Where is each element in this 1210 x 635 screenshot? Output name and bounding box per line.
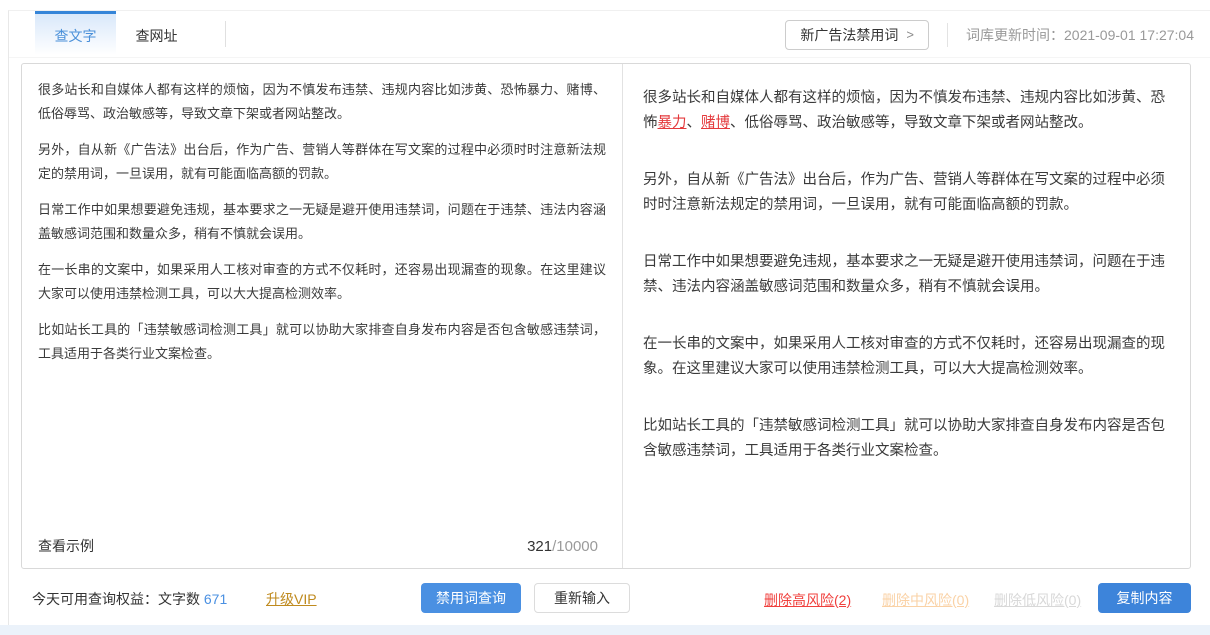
result-text-segment: 、低俗辱骂、政治敏感等，导致文章下架或者网站整改。 xyxy=(730,115,1093,131)
page-background-strip xyxy=(0,625,1210,635)
new-ad-law-words-label: 新广告法禁用词 xyxy=(800,25,898,45)
result-text-segment: 在一长串的文案中，如果采用人工核对审查的方式不仅耗时，还容易出现漏查的现象。在这… xyxy=(643,336,1165,377)
view-example-link[interactable]: 查看示例 xyxy=(38,536,94,556)
flagged-word-high-risk[interactable]: 赌博 xyxy=(701,115,730,131)
tab-check-url[interactable]: 查网址 xyxy=(116,11,197,57)
dict-update-time-label: 词库更新时间： xyxy=(966,27,1064,43)
delete-low-risk-link[interactable]: 删除低风险(0) xyxy=(994,590,1081,610)
char-count-current: 321 xyxy=(527,538,552,555)
input-panel-footer: 查看示例 321/10000 xyxy=(38,536,598,556)
delete-high-risk-link[interactable]: 删除高风险(2) xyxy=(764,590,851,610)
dict-update-time-value: 2021-09-01 17:27:04 xyxy=(1064,27,1194,43)
input-paragraph: 很多站长和自媒体人都有这样的烦恼，因为不慎发布违禁、违规内容比如涉黄、恐怖暴力、… xyxy=(38,78,606,126)
word-checker-card: 查文字 查网址 新广告法禁用词 > 词库更新时间：2021-09-01 17:2… xyxy=(8,10,1210,625)
quota-text: 今天可用查询权益：文字数 671 xyxy=(32,589,227,609)
result-text-segment: 另外，自从新《广告法》出台后，作为广告、营销人等群体在写文案的过程中必须时时注意… xyxy=(643,172,1165,213)
copy-content-button[interactable]: 复制内容 xyxy=(1098,583,1191,613)
result-text: 很多站长和自媒体人都有这样的烦恼，因为不慎发布违禁、违规内容比如涉黄、恐怖暴力、… xyxy=(643,86,1170,464)
tab-divider xyxy=(225,21,226,47)
reinput-button[interactable]: 重新输入 xyxy=(534,583,630,613)
tab-bar: 查文字 查网址 新广告法禁用词 > 词库更新时间：2021-09-01 17:2… xyxy=(9,11,1210,58)
result-text-segment: 日常工作中如果想要避免违规，基本要求之一无疑是避开使用违禁词，问题在于违禁、违法… xyxy=(643,254,1165,295)
chevron-right-icon: > xyxy=(906,27,914,42)
tab-check-text[interactable]: 查文字 xyxy=(35,11,116,57)
result-paragraph: 很多站长和自媒体人都有这样的烦恼，因为不慎发布违禁、违规内容比如涉黄、恐怖暴力、… xyxy=(643,86,1170,136)
quota-value: 671 xyxy=(204,591,227,607)
header-divider xyxy=(947,23,948,47)
delete-mid-risk-link[interactable]: 删除中风险(0) xyxy=(882,590,969,610)
result-paragraph: 比如站长工具的「违禁敏感词检测工具」就可以协助大家排查自身发布内容是否包含敏感违… xyxy=(643,414,1170,464)
char-count-limit: /10000 xyxy=(552,538,598,555)
upgrade-vip-link[interactable]: 升级VIP xyxy=(266,589,317,609)
result-paragraph: 另外，自从新《广告法》出台后，作为广告、营销人等群体在写文案的过程中必须时时注意… xyxy=(643,168,1170,218)
input-paragraph: 另外，自从新《广告法》出台后，作为广告、营销人等群体在写文案的过程中必须时时注意… xyxy=(38,138,606,186)
flagged-word-high-risk[interactable]: 暴力 xyxy=(658,115,687,131)
char-counter: 321/10000 xyxy=(527,538,598,555)
banned-word-query-button[interactable]: 禁用词查询 xyxy=(421,583,521,613)
input-panel: 很多站长和自媒体人都有这样的烦恼，因为不慎发布违禁、违规内容比如涉黄、恐怖暴力、… xyxy=(22,64,623,568)
result-text-segment: 比如站长工具的「违禁敏感词检测工具」就可以协助大家排查自身发布内容是否包含敏感违… xyxy=(643,418,1165,459)
input-paragraph: 日常工作中如果想要避免违规，基本要求之一无疑是避开使用违禁词，问题在于违禁、违法… xyxy=(38,198,606,246)
content-box: 很多站长和自媒体人都有这样的烦恼，因为不慎发布违禁、违规内容比如涉黄、恐怖暴力、… xyxy=(21,63,1191,569)
result-text-segment: 、 xyxy=(687,115,702,131)
input-paragraph: 在一长串的文案中，如果采用人工核对审查的方式不仅耗时，还容易出现漏查的现象。在这… xyxy=(38,258,606,306)
result-paragraph: 在一长串的文案中，如果采用人工核对审查的方式不仅耗时，还容易出现漏查的现象。在这… xyxy=(643,332,1170,382)
dict-update-time: 词库更新时间：2021-09-01 17:27:04 xyxy=(966,25,1198,45)
result-paragraph: 日常工作中如果想要避免违规，基本要求之一无疑是避开使用违禁词，问题在于违禁、违法… xyxy=(643,250,1170,300)
result-panel: 很多站长和自媒体人都有这样的烦恼，因为不慎发布违禁、违规内容比如涉黄、恐怖暴力、… xyxy=(623,64,1190,568)
header-right: 新广告法禁用词 > 词库更新时间：2021-09-01 17:27:04 xyxy=(785,11,1198,58)
input-textarea[interactable]: 很多站长和自媒体人都有这样的烦恼，因为不慎发布违禁、违规内容比如涉黄、恐怖暴力、… xyxy=(38,78,606,366)
new-ad-law-words-button[interactable]: 新广告法禁用词 > xyxy=(785,20,929,50)
input-paragraph: 比如站长工具的「违禁敏感词检测工具」就可以协助大家排查自身发布内容是否包含敏感违… xyxy=(38,318,606,366)
footer-bar: 今天可用查询权益：文字数 671 升级VIP 禁用词查询 重新输入 删除高风险(… xyxy=(9,569,1210,626)
quota-label: 今天可用查询权益：文字数 xyxy=(32,591,204,607)
